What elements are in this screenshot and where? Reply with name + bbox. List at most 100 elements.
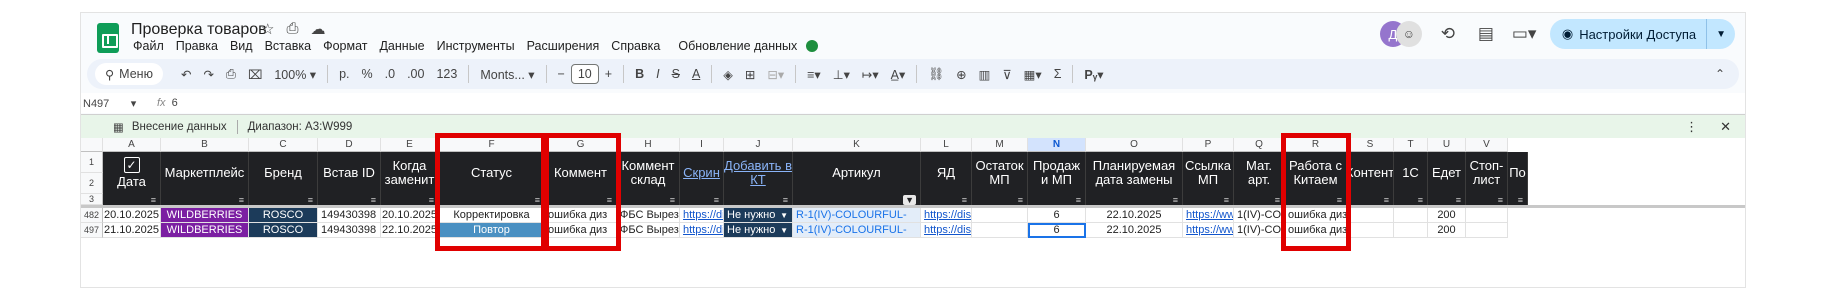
column-title-i[interactable]: Скрин — [680, 152, 724, 194]
text-rotation-icon[interactable]: A̲▾ — [885, 67, 912, 82]
filter-button-d[interactable]: ≡ — [318, 194, 381, 205]
filter-icon[interactable]: ≡ — [1275, 195, 1280, 205]
filter-icon[interactable]: ≡ — [151, 195, 156, 205]
row-header-482[interactable]: 482 — [81, 208, 103, 223]
cell-n497[interactable]: 6 — [1028, 223, 1086, 238]
column-title-k[interactable]: Артикул — [793, 152, 921, 194]
column-title-h[interactable]: Коммент склад — [617, 152, 680, 194]
cell-c482[interactable]: ROSCO — [249, 208, 318, 223]
filter-icon[interactable]: ≡ — [1224, 195, 1229, 205]
filter-button-g[interactable]: ≡ — [545, 194, 617, 205]
close-icon[interactable]: ✕ — [1720, 119, 1731, 135]
cell-k497[interactable]: R-1(IV)-COLOURFUL- — [793, 223, 921, 238]
print-icon[interactable]: ⎙ — [220, 67, 242, 82]
menu-search[interactable]: ⚲ Меню — [95, 63, 163, 85]
column-header-f[interactable]: F — [439, 138, 545, 152]
share-dropdown-icon[interactable]: ▼ — [1706, 19, 1735, 49]
column-header-m[interactable]: M — [972, 138, 1028, 152]
italic-icon[interactable]: I — [650, 67, 665, 81]
font-size-input[interactable]: 10 — [570, 64, 599, 84]
cell-b497[interactable]: WILDBERRIES — [161, 223, 249, 238]
cell-e497[interactable]: 22.10.2025 — [381, 223, 439, 238]
column-header-a[interactable]: A — [103, 138, 161, 152]
insert-chart-icon[interactable]: ▥ — [973, 67, 997, 82]
cell-g482[interactable]: ошибка диз — [545, 208, 617, 223]
cell-j497[interactable]: Не нужно ▼ — [724, 223, 793, 238]
filter-button-e[interactable]: ≡ — [381, 194, 439, 205]
cell-a482[interactable]: 20.10.2025 — [103, 208, 161, 223]
menu-edit[interactable]: Правка — [170, 39, 224, 53]
filter-icon[interactable]: ≡ — [1337, 195, 1342, 205]
filter-icon[interactable]: ≡ — [1518, 195, 1523, 205]
filter-button-q[interactable]: ≡ — [1234, 194, 1285, 205]
column-title-c[interactable]: Бренд — [249, 152, 318, 194]
cell-g497[interactable]: ошибка диз — [545, 223, 617, 238]
filter-icon[interactable]: ⊽ — [996, 67, 1017, 82]
menu-data[interactable]: Данные — [373, 39, 430, 53]
filter-button-f[interactable]: ≡ — [439, 194, 545, 205]
menu-extensions[interactable]: Расширения — [521, 39, 606, 53]
currency-format-button[interactable]: р. — [333, 67, 355, 81]
cell-b482[interactable]: WILDBERRIES — [161, 208, 249, 223]
cell-t497[interactable] — [1394, 223, 1428, 238]
column-title-f[interactable]: Статус — [439, 152, 545, 194]
row-header-1[interactable]: 1 — [81, 152, 103, 173]
cell-q497[interactable]: 1(IV)-COL — [1234, 223, 1285, 238]
filter-icon[interactable]: ≡ — [239, 195, 244, 205]
filter-icon[interactable]: ≡ — [429, 195, 434, 205]
cell-r497[interactable]: ошибка диз — [1285, 223, 1347, 238]
cell-p497[interactable]: https://ww — [1183, 223, 1234, 238]
name-box[interactable]: N497 ▾ — [81, 97, 151, 110]
bold-icon[interactable]: B — [629, 67, 650, 81]
cell-h497[interactable]: ФБС Вырез с — [617, 223, 680, 238]
vertical-align-icon[interactable]: ⊥▾ — [827, 67, 856, 82]
column-header-i[interactable]: I — [680, 138, 724, 152]
row-header-2[interactable]: 2 — [81, 173, 103, 194]
column-title-b[interactable]: Маркетплейс — [161, 152, 249, 194]
filter-icon[interactable]: ≡ — [1018, 195, 1023, 205]
redo-icon[interactable]: ↷ — [197, 67, 219, 82]
menu-help[interactable]: Справка — [605, 39, 666, 53]
column-title-q[interactable]: Мат. арт. — [1234, 152, 1285, 194]
column-header-l[interactable]: L — [921, 138, 972, 152]
cell-k482[interactable]: R-1(IV)-COLOURFUL- — [793, 208, 921, 223]
cell-l482[interactable]: https://disl — [921, 208, 972, 223]
menu-view[interactable]: Вид — [224, 39, 259, 53]
column-title-o[interactable]: Планируемая дата замены — [1086, 152, 1183, 194]
filter-icon[interactable]: ≡ — [714, 195, 719, 205]
menu-file[interactable]: Файл — [127, 39, 170, 53]
filter-button-p[interactable]: ≡ — [1183, 194, 1234, 205]
column-header-d[interactable]: D — [318, 138, 381, 152]
filter-icon[interactable]: ≡ — [1456, 195, 1461, 205]
column-header-t[interactable]: T — [1394, 138, 1428, 152]
column-title-w[interactable]: По — [1508, 152, 1528, 194]
column-title-n[interactable]: Продаж и МП — [1028, 152, 1086, 194]
cell-r482[interactable]: ошибка диз — [1285, 208, 1347, 223]
input-tools-icon[interactable]: Рᵧ▾ — [1078, 67, 1109, 82]
cell-n482[interactable]: 6 — [1028, 208, 1086, 223]
filter-button-k[interactable]: ▼ — [793, 194, 921, 205]
column-header-n[interactable]: N — [1028, 138, 1086, 152]
column-title-m[interactable]: Остаток МП — [972, 152, 1028, 194]
filter-icon[interactable]: ≡ — [670, 195, 675, 205]
merge-cells-icon[interactable]: ⊟▾ — [761, 67, 790, 82]
filter-icon[interactable]: ≡ — [535, 195, 540, 205]
decrease-decimal-button[interactable]: .0 — [379, 67, 401, 81]
filter-button-l[interactable]: ≡ — [921, 194, 972, 205]
cell-v482[interactable] — [1466, 208, 1508, 223]
font-size-increase-icon[interactable]: + — [599, 67, 618, 81]
column-title-l[interactable]: ЯД — [921, 152, 972, 194]
filter-button-h[interactable]: ≡ — [617, 194, 680, 205]
cell-p482[interactable]: https://ww — [1183, 208, 1234, 223]
checkbox-checked-icon[interactable]: ✓ — [123, 157, 140, 173]
column-title-t[interactable]: 1С — [1394, 152, 1428, 194]
collapse-toolbar-icon[interactable]: ⌃ — [1715, 67, 1725, 81]
column-header-g[interactable]: G — [545, 138, 617, 152]
filter-icon[interactable]: ▼ — [903, 194, 916, 205]
filter-icon[interactable]: ≡ — [1418, 195, 1423, 205]
column-title-p[interactable]: Ссылка МП — [1183, 152, 1234, 194]
history-icon[interactable]: ⟲ — [1436, 24, 1460, 44]
filter-button-a[interactable]: ≡ — [103, 194, 161, 205]
column-header-u[interactable]: U — [1428, 138, 1466, 152]
filter-button-m[interactable]: ≡ — [972, 194, 1028, 205]
